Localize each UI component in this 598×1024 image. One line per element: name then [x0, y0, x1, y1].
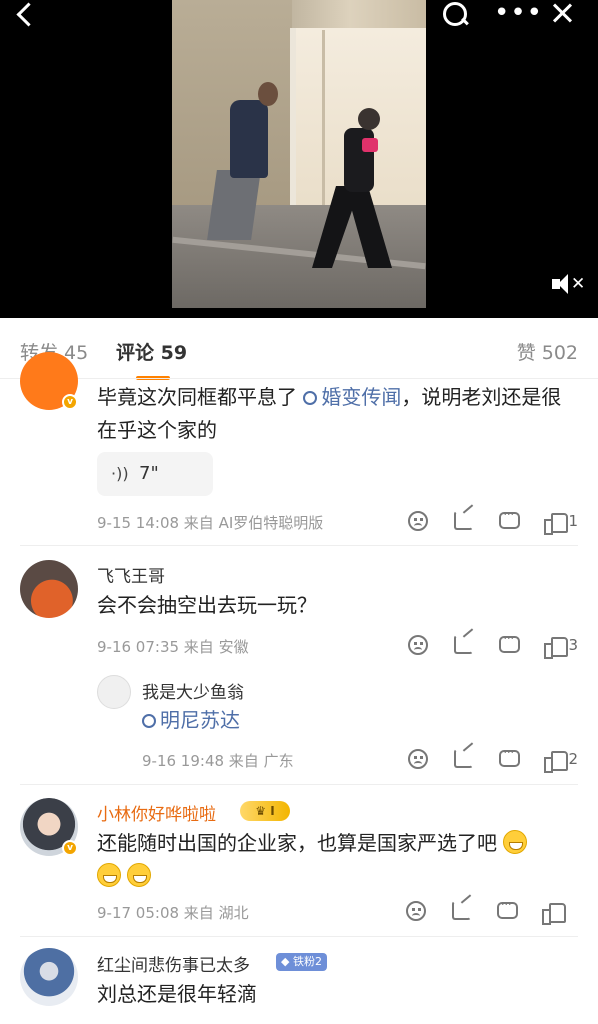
search-mini-icon	[142, 714, 156, 728]
comment-actions: 1	[396, 508, 580, 535]
verified-badge: v	[62, 840, 78, 856]
reply-button[interactable]	[488, 746, 534, 770]
avatar[interactable]	[20, 948, 78, 1006]
voice-message[interactable]: ·)) 7"	[97, 452, 213, 496]
sad-face-icon	[408, 749, 429, 769]
voice-length: 7"	[139, 463, 159, 484]
dislike-button[interactable]	[396, 748, 442, 770]
share-button[interactable]	[440, 900, 486, 922]
comment-username[interactable]: 我是大少鱼翁	[142, 678, 244, 703]
comment-meta: 9-15 14:08 来自 AI罗伯特聪明版	[97, 514, 324, 532]
share-button[interactable]	[442, 510, 488, 532]
reply-button[interactable]	[486, 898, 532, 922]
like-button[interactable]	[532, 900, 578, 925]
comment-meta: 9-16 19:48 来自 广东	[142, 752, 294, 770]
back-icon[interactable]	[12, 0, 40, 30]
share-icon	[454, 749, 474, 768]
fan-badge: ◆ 铁粉2	[276, 953, 327, 971]
like-button[interactable]	[534, 634, 580, 659]
voice-wave-icon: ·))	[111, 464, 129, 483]
comment-username[interactable]: 飞飞王哥	[97, 562, 165, 587]
search-mini-icon	[303, 391, 318, 405]
thumbs-up-icon	[544, 635, 569, 659]
like-button[interactable]	[534, 748, 580, 773]
sad-face-icon	[406, 901, 426, 921]
reply-button[interactable]	[488, 508, 534, 532]
search-icon[interactable]	[440, 0, 472, 30]
like-button[interactable]	[534, 510, 580, 535]
sad-face-icon	[408, 635, 429, 655]
dislike-button[interactable]	[394, 900, 440, 922]
comment-actions: 3	[396, 632, 580, 659]
reply-button[interactable]	[488, 632, 534, 656]
share-button[interactable]	[442, 634, 488, 656]
rank-badge: ♛ I	[240, 801, 290, 821]
share-icon	[454, 511, 474, 530]
wink-emoji-icon	[127, 863, 152, 887]
sad-face-icon	[408, 511, 429, 531]
comment-icon	[499, 746, 521, 767]
mute-icon[interactable]: ✕	[552, 272, 585, 298]
thumbs-up-icon	[544, 511, 569, 535]
tab-bar: 转发 45 评论 59 赞 502	[0, 318, 598, 382]
comment-icon	[497, 898, 518, 919]
comment-meta: 9-16 07:35 来自 安徽	[97, 638, 249, 656]
tab-comment[interactable]: 评论 59	[116, 338, 187, 365]
more-icon[interactable]: •••	[494, 0, 543, 26]
share-button[interactable]	[442, 748, 488, 770]
close-icon[interactable]	[548, 0, 578, 30]
video-frame	[172, 0, 426, 308]
comment-text: 明尼苏达	[142, 704, 572, 737]
comment-icon	[499, 508, 521, 529]
tab-like[interactable]: 赞 502	[517, 338, 578, 365]
comment-actions	[394, 898, 578, 925]
thumbs-up-icon	[542, 901, 566, 925]
video-player[interactable]: ••• ✕	[0, 0, 598, 318]
comment-text: 毕竟这次同框都平息了 婚变传闻，说明老刘还是很在乎这个家的	[97, 385, 562, 442]
grin-emoji-icon	[503, 830, 528, 854]
comment-text: 会不会抽空出去玩一玩？	[97, 593, 317, 617]
comment-icon	[499, 632, 521, 653]
avatar[interactable]	[20, 560, 78, 618]
comment-username[interactable]: 小林你好哗啦啦	[97, 800, 216, 825]
avatar[interactable]	[97, 675, 131, 709]
comment-meta: 9-17 05:08 来自 湖北	[97, 904, 249, 922]
share-icon	[454, 635, 474, 654]
comment-username[interactable]: 红尘间悲伤事已太多	[97, 951, 250, 976]
dislike-button[interactable]	[396, 634, 442, 656]
divider	[0, 378, 598, 379]
share-icon	[452, 901, 471, 920]
dislike-button[interactable]	[396, 510, 442, 532]
verified-badge: v	[62, 394, 78, 410]
comment-text: 还能随时出国的企业家，也算是国家严选了吧	[97, 827, 572, 893]
topic-link[interactable]: 明尼苏达	[142, 708, 240, 732]
comment-text: 刘总还是很年轻滴	[97, 982, 257, 1006]
topic-link[interactable]: 婚变传闻	[297, 385, 401, 409]
grin-emoji-icon	[97, 863, 121, 887]
comment-actions: 2	[396, 746, 580, 773]
thumbs-up-icon	[544, 749, 569, 773]
